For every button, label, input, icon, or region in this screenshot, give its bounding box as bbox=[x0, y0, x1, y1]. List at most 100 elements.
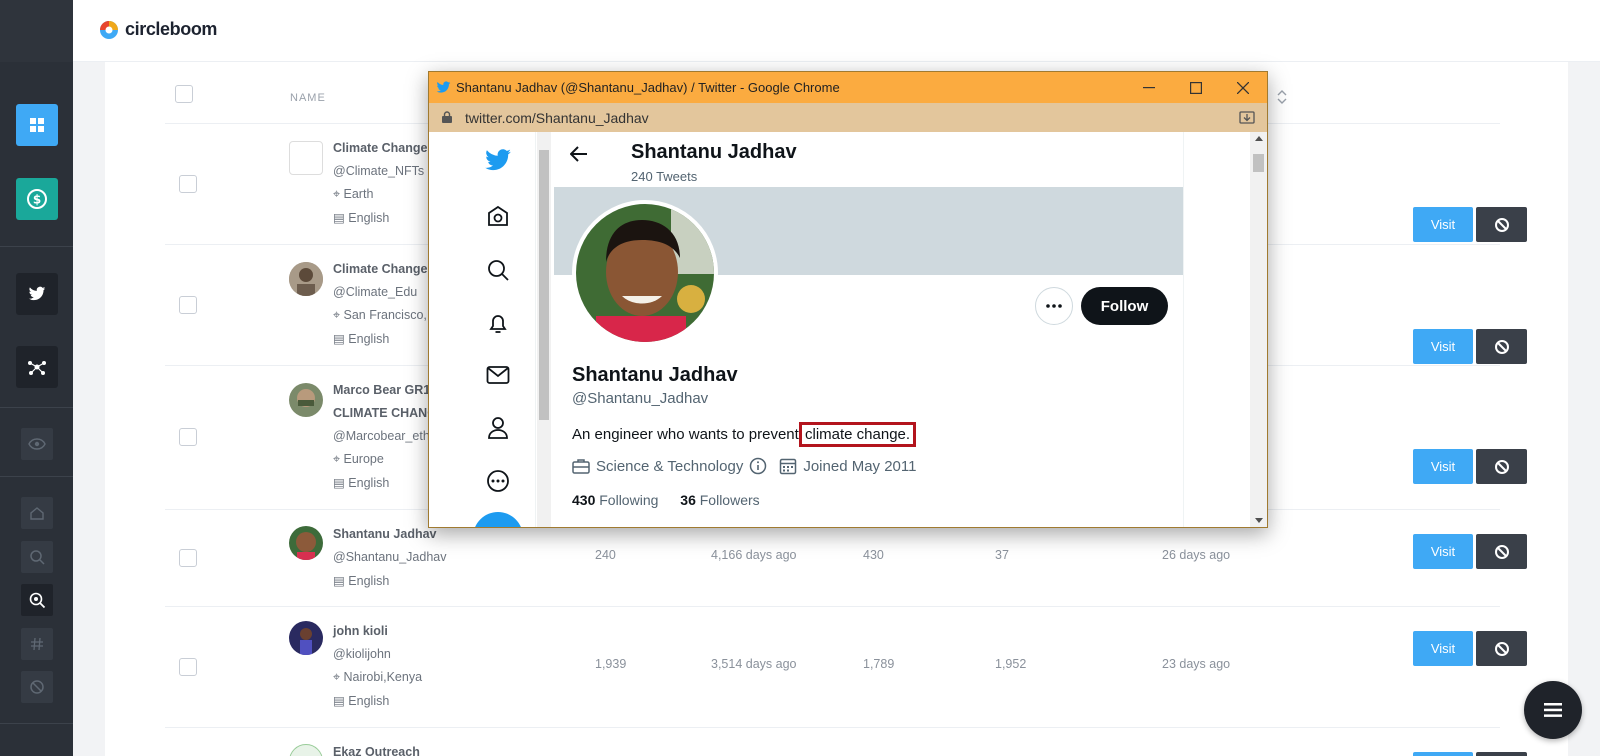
user-language: ▤ English bbox=[333, 693, 389, 708]
row-checkbox[interactable] bbox=[179, 296, 197, 314]
user-name[interactable]: john kioli bbox=[333, 624, 388, 638]
profile-stats: 430 Following 36 Followers bbox=[572, 492, 760, 508]
twitter-nav bbox=[429, 132, 536, 527]
following-count: 430 bbox=[572, 492, 596, 508]
lock-icon bbox=[442, 111, 452, 123]
follow-button[interactable]: Follow bbox=[1081, 287, 1168, 325]
svg-text:$: $ bbox=[33, 193, 41, 207]
scroll-up-icon[interactable] bbox=[1255, 136, 1263, 141]
twitter-logo-icon[interactable] bbox=[484, 146, 512, 174]
location-icon: ⌖ bbox=[333, 187, 344, 201]
profile-name: Shantanu Jadhav bbox=[572, 364, 738, 386]
block-user-button[interactable] bbox=[1476, 207, 1527, 242]
profile-category: Science & Technology bbox=[596, 457, 744, 475]
maximize-icon[interactable] bbox=[1185, 77, 1207, 99]
visit-button[interactable]: Visit bbox=[1413, 207, 1473, 242]
user-language: ▤ English bbox=[333, 331, 389, 346]
twitter-icon[interactable] bbox=[16, 273, 58, 315]
user-handle: @Marcobear_eth bbox=[333, 429, 430, 443]
cell-following: 430 bbox=[863, 548, 884, 562]
select-all-checkbox[interactable] bbox=[175, 85, 193, 103]
info-icon[interactable] bbox=[749, 457, 767, 475]
search-icon[interactable] bbox=[21, 541, 53, 573]
block-user-button[interactable] bbox=[1476, 329, 1527, 364]
user-name[interactable]: Climate Change bbox=[333, 262, 427, 276]
block-icon[interactable] bbox=[21, 671, 53, 703]
language-text: English bbox=[348, 574, 390, 588]
install-app-icon[interactable] bbox=[1239, 110, 1255, 125]
floating-menu-button[interactable] bbox=[1524, 681, 1582, 739]
scroll-down-icon[interactable] bbox=[1255, 518, 1263, 523]
followers-count: 36 bbox=[680, 492, 696, 508]
url-text: twitter.com/Shantanu_Jadhav bbox=[465, 110, 649, 126]
block-icon bbox=[1494, 459, 1509, 474]
nav-scrollbar[interactable] bbox=[537, 132, 551, 527]
block-user-button[interactable] bbox=[1476, 631, 1527, 666]
profile-header-name: Shantanu Jadhav bbox=[631, 141, 797, 163]
visit-button[interactable]: Visit bbox=[1413, 329, 1473, 364]
search-icon[interactable] bbox=[484, 256, 512, 284]
eye-icon[interactable] bbox=[21, 428, 53, 460]
cell-account-age: 3,514 days ago bbox=[711, 657, 797, 671]
avatar bbox=[289, 141, 323, 175]
chrome-popup-window: Shantanu Jadhav (@Shantanu_Jadhav) / Twi… bbox=[428, 71, 1268, 528]
row-checkbox[interactable] bbox=[179, 658, 197, 676]
window-titlebar[interactable]: Shantanu Jadhav (@Shantanu_Jadhav) / Twi… bbox=[429, 72, 1267, 103]
profile-meta: Science & Technology Joined May 2011 bbox=[572, 457, 916, 475]
zoom-search-icon[interactable] bbox=[21, 584, 53, 616]
hashtag-icon[interactable] bbox=[21, 628, 53, 660]
page-scroll-thumb[interactable] bbox=[1253, 154, 1264, 172]
user-language: ▤ English bbox=[333, 210, 389, 225]
row-checkbox[interactable] bbox=[179, 428, 197, 446]
language-icon: ▤ bbox=[333, 574, 349, 588]
bell-icon[interactable] bbox=[484, 309, 512, 337]
visit-button-partial[interactable] bbox=[1413, 752, 1473, 756]
block-user-button-partial[interactable] bbox=[1476, 752, 1527, 756]
back-arrow-icon[interactable] bbox=[570, 146, 588, 162]
followers-label: Followers bbox=[699, 492, 760, 508]
profile-avatar[interactable] bbox=[572, 200, 718, 346]
nav-scroll-thumb[interactable] bbox=[539, 150, 549, 420]
tweet-compose-button[interactable] bbox=[473, 512, 523, 527]
row-checkbox[interactable] bbox=[179, 549, 197, 567]
close-icon[interactable] bbox=[1232, 77, 1254, 99]
user-name[interactable]: Shantanu Jadhav bbox=[333, 527, 437, 541]
network-icon[interactable] bbox=[16, 346, 58, 388]
sort-icon[interactable] bbox=[1277, 90, 1287, 104]
user-name[interactable]: Marco Bear GR1 bbox=[333, 383, 430, 397]
language-icon: ▤ bbox=[333, 476, 349, 490]
visit-button[interactable]: Visit bbox=[1413, 449, 1473, 484]
dashboard-icon[interactable] bbox=[16, 104, 58, 146]
user-location: ⌖ Europe bbox=[333, 452, 384, 467]
block-user-button[interactable] bbox=[1476, 449, 1527, 484]
more-options-button[interactable] bbox=[1035, 287, 1073, 325]
visit-button[interactable]: Visit bbox=[1413, 534, 1473, 569]
home-icon[interactable] bbox=[21, 497, 53, 529]
block-icon bbox=[1494, 217, 1509, 232]
left-sidebar: $ bbox=[0, 0, 73, 756]
location-icon: ⌖ bbox=[333, 670, 344, 684]
table-row: Ekaz Outreach bbox=[165, 728, 1527, 756]
minimize-icon[interactable] bbox=[1138, 77, 1160, 99]
dollar-icon[interactable]: $ bbox=[16, 178, 58, 220]
address-bar[interactable]: twitter.com/Shantanu_Jadhav bbox=[429, 103, 1267, 132]
circleboom-logo[interactable]: circleboom bbox=[97, 16, 217, 42]
explore-hashtag-icon[interactable] bbox=[484, 203, 512, 231]
user-location: ⌖ Nairobi,Kenya bbox=[333, 670, 422, 685]
following-link[interactable]: 430 Following bbox=[572, 492, 658, 508]
avatar bbox=[289, 744, 323, 756]
user-name[interactable]: Ekaz Outreach bbox=[333, 745, 420, 756]
row-checkbox[interactable] bbox=[179, 175, 197, 193]
page-scrollbar[interactable] bbox=[1250, 132, 1267, 527]
user-name[interactable]: Climate Change bbox=[333, 141, 427, 155]
avatar bbox=[289, 262, 323, 296]
sidebar-top bbox=[0, 0, 73, 62]
visit-button[interactable]: Visit bbox=[1413, 631, 1473, 666]
profile-tweet-count: 240 Tweets bbox=[631, 169, 698, 184]
followers-link[interactable]: 36 Followers bbox=[680, 492, 759, 508]
profile-icon[interactable] bbox=[484, 414, 512, 442]
cell-last-tweet: 23 days ago bbox=[1162, 657, 1231, 671]
more-circle-icon[interactable] bbox=[484, 467, 512, 495]
mail-icon[interactable] bbox=[484, 361, 512, 389]
block-user-button[interactable] bbox=[1476, 534, 1527, 569]
